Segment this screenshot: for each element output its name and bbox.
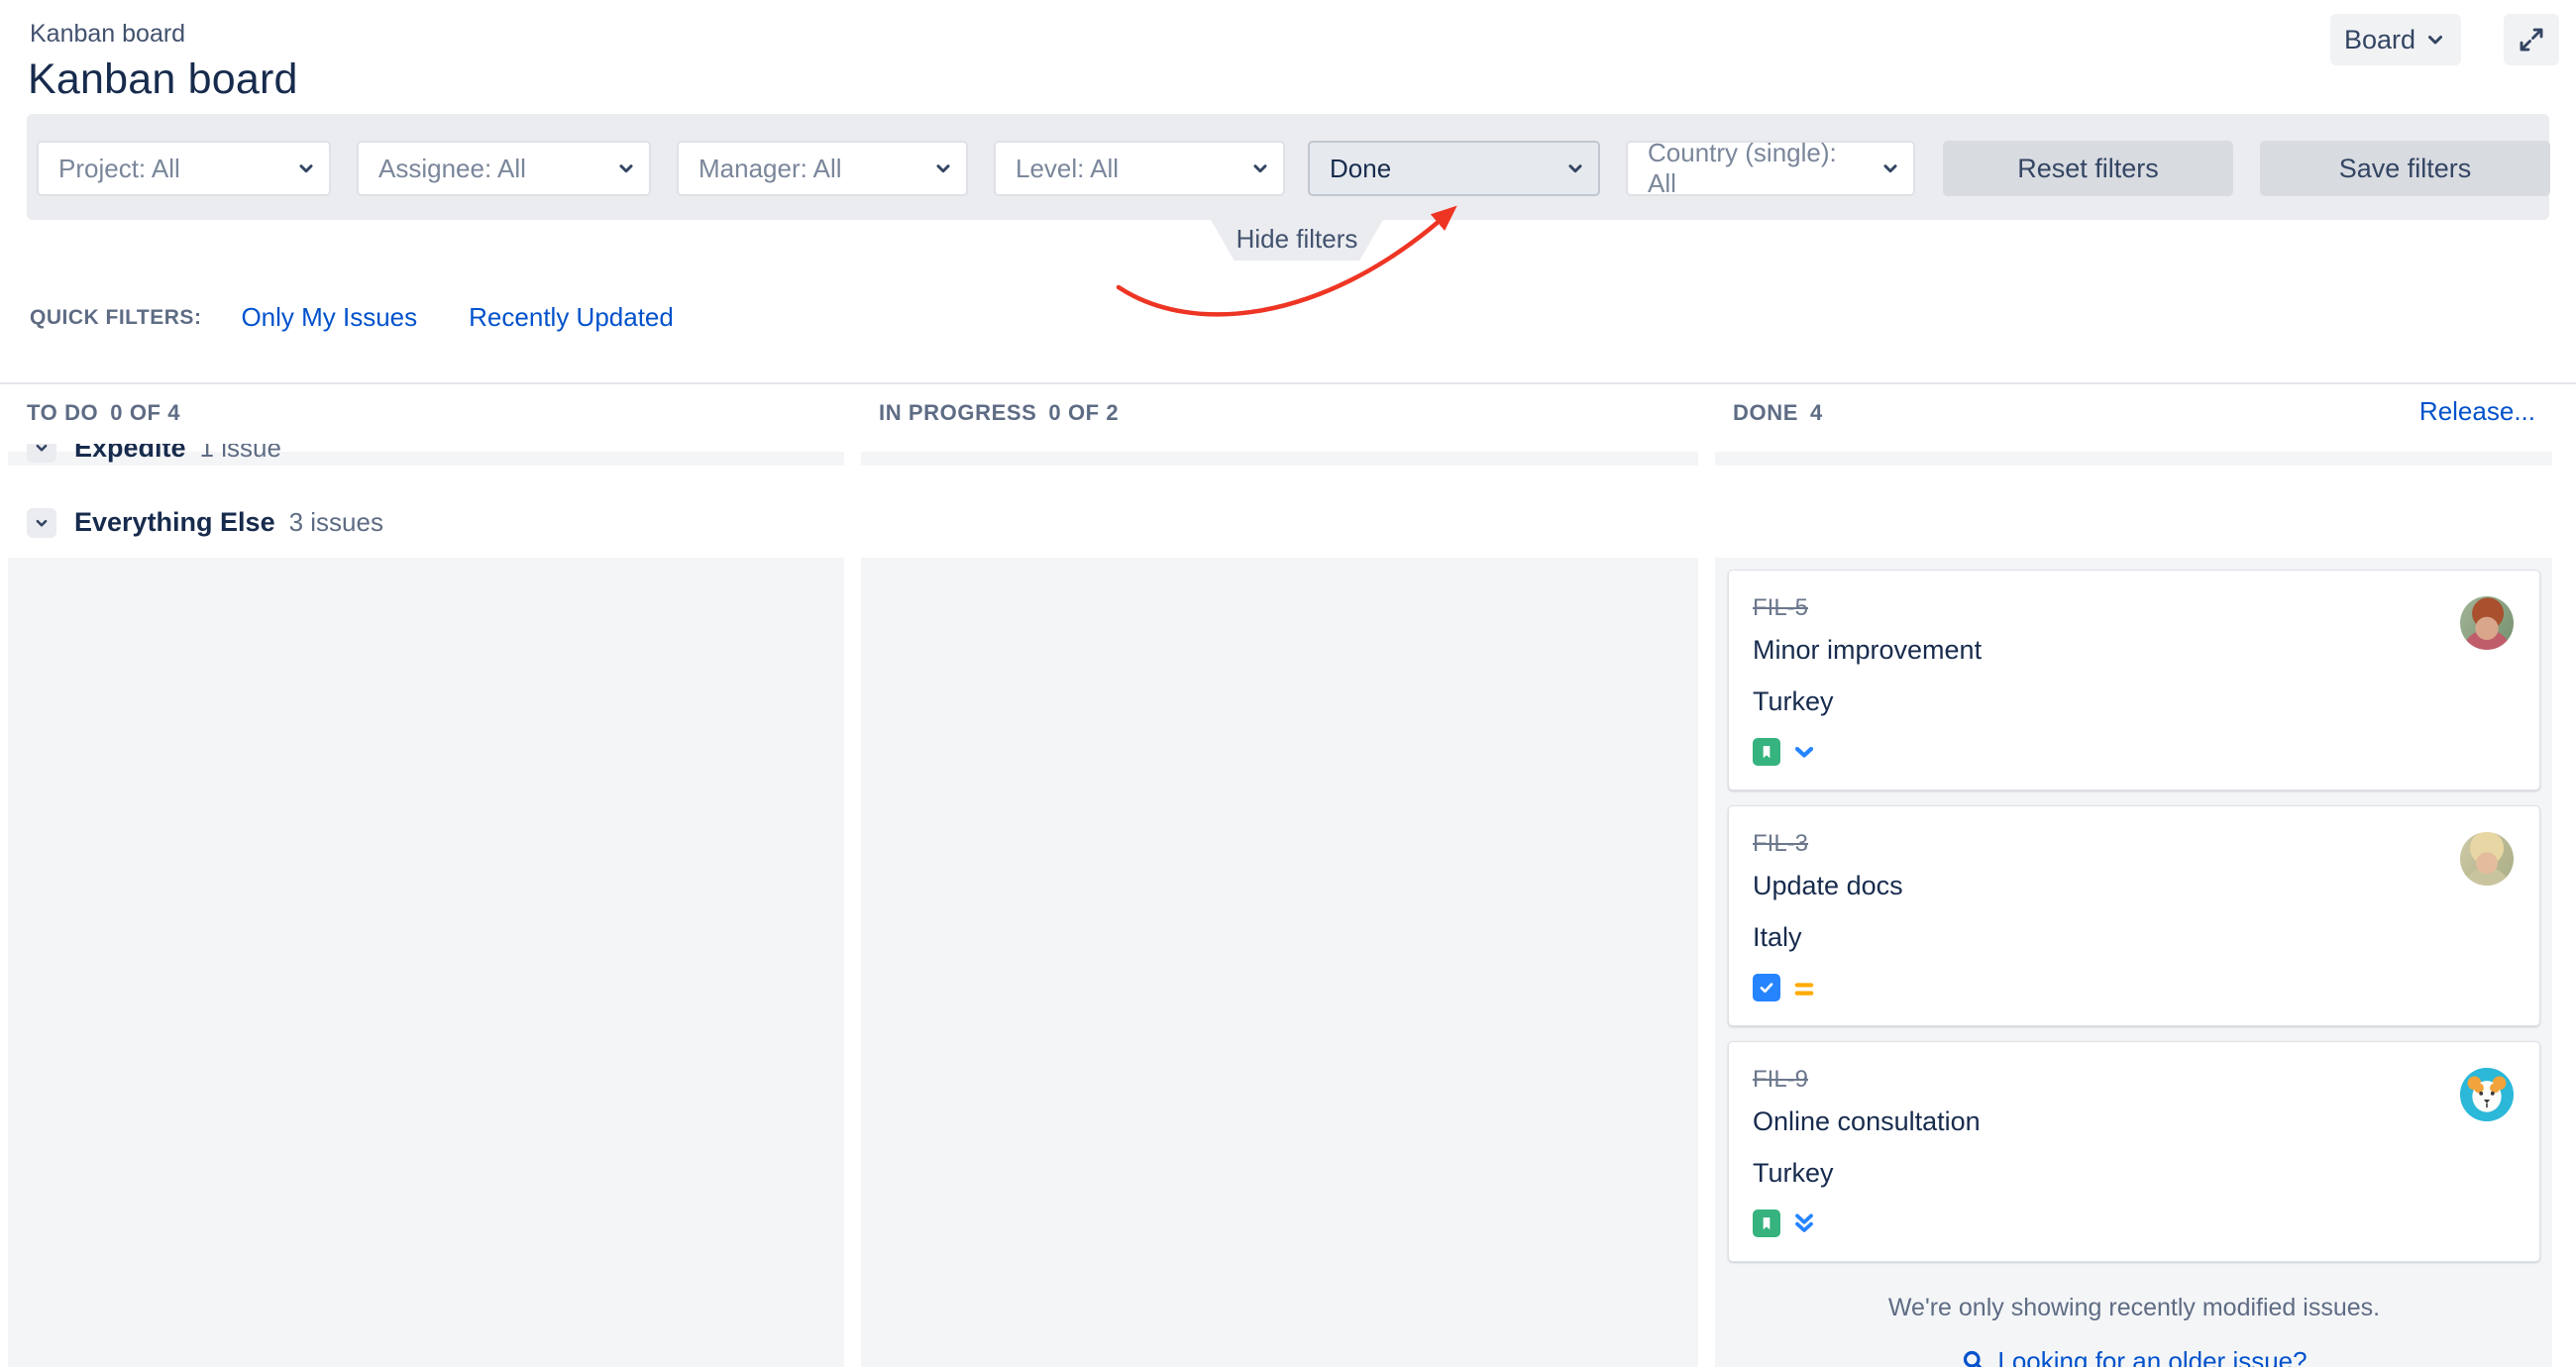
column-name: TO DO bbox=[27, 400, 98, 425]
issue-key: FIL-3 bbox=[1753, 832, 2516, 856]
issue-summary: Update docs bbox=[1753, 871, 2516, 900]
country-filter-value: Country (single): All bbox=[1648, 138, 1870, 199]
priority-lowest-icon bbox=[1790, 1209, 1818, 1237]
done-lane-footer: We're only showing recently modified iss… bbox=[1728, 1294, 2540, 1367]
avatar bbox=[2460, 1068, 2514, 1121]
status-filter-value: Done bbox=[1330, 154, 1391, 184]
swimlane-count: 1 issue bbox=[200, 444, 281, 464]
project-filter-select[interactable]: Project: All bbox=[37, 141, 331, 196]
lane-todo bbox=[8, 558, 844, 1367]
assignee-filter-value: Assignee: All bbox=[378, 154, 526, 184]
level-filter-select[interactable]: Level: All bbox=[994, 141, 1285, 196]
quick-filters-row: QUICK FILTERS: Only My Issues Recently U… bbox=[30, 302, 674, 333]
board-menu-label: Board bbox=[2344, 25, 2415, 55]
lane-done: FIL-5 Minor improvement Turkey FIL-3 Upd… bbox=[1715, 558, 2552, 1367]
swimlane-name: Expedite bbox=[74, 444, 186, 464]
column-name: DONE bbox=[1733, 400, 1798, 425]
status-filter-select[interactable]: Done bbox=[1308, 141, 1600, 196]
chevron-down-icon bbox=[1879, 158, 1901, 179]
country-filter-select[interactable]: Country (single): All bbox=[1626, 141, 1915, 196]
page-title: Kanban board bbox=[28, 55, 298, 104]
swimlane-collapse-button[interactable] bbox=[27, 508, 56, 538]
column-header-inprogress: IN PROGRESS 0 OF 2 bbox=[879, 400, 1119, 426]
dog-avatar-illustration bbox=[2460, 1068, 2514, 1121]
column-header-todo: TO DO 0 OF 4 bbox=[27, 400, 180, 426]
swimlane-everything-else: Everything Else 3 issues bbox=[27, 507, 383, 538]
column-count: 0 OF 4 bbox=[110, 400, 180, 425]
expedite-lane-strip bbox=[1715, 452, 2552, 466]
swimlane-collapse-button[interactable] bbox=[27, 444, 56, 463]
recent-issues-notice: We're only showing recently modified iss… bbox=[1728, 1294, 2540, 1322]
search-icon bbox=[1961, 1348, 1987, 1367]
swimlane-expedite-clipped: Expedite 1 issue bbox=[27, 444, 661, 470]
manager-filter-select[interactable]: Manager: All bbox=[677, 141, 968, 196]
kanban-board-page: Kanban board Kanban board Board Project:… bbox=[0, 0, 2576, 1367]
quick-filter-only-my-issues[interactable]: Only My Issues bbox=[241, 302, 417, 333]
quick-filter-recently-updated[interactable]: Recently Updated bbox=[469, 302, 674, 333]
issue-card[interactable]: FIL-3 Update docs Italy bbox=[1728, 805, 2540, 1026]
chevron-down-icon bbox=[295, 158, 317, 179]
issue-key: FIL-5 bbox=[1753, 596, 2516, 620]
issue-badges bbox=[1753, 738, 2516, 766]
column-count: 4 bbox=[1810, 400, 1823, 425]
reset-filters-button[interactable]: Reset filters bbox=[1943, 141, 2233, 196]
manager-filter-value: Manager: All bbox=[698, 154, 842, 184]
release-link[interactable]: Release... bbox=[2419, 396, 2535, 427]
issue-badges bbox=[1753, 1209, 2516, 1237]
level-filter-value: Level: All bbox=[1016, 154, 1119, 184]
issue-country: Italy bbox=[1753, 922, 2516, 952]
older-issue-link[interactable]: Looking for an older issue? bbox=[1728, 1346, 2540, 1367]
expedite-lane-strip bbox=[861, 452, 1698, 466]
story-icon bbox=[1753, 738, 1780, 766]
issue-key: FIL-9 bbox=[1753, 1068, 2516, 1092]
older-issue-link-label: Looking for an older issue? bbox=[1997, 1346, 2307, 1367]
swimlane-name: Everything Else bbox=[74, 507, 275, 538]
chevron-down-icon bbox=[1564, 158, 1586, 179]
issue-country: Turkey bbox=[1753, 686, 2516, 716]
avatar bbox=[2460, 832, 2514, 886]
issue-summary: Minor improvement bbox=[1753, 635, 2516, 665]
quick-filters-label: QUICK FILTERS: bbox=[30, 306, 201, 330]
hide-filters-tab[interactable]: Hide filters bbox=[1210, 218, 1384, 261]
breadcrumb[interactable]: Kanban board bbox=[30, 20, 185, 49]
assignee-filter-select[interactable]: Assignee: All bbox=[357, 141, 651, 196]
column-name: IN PROGRESS bbox=[879, 400, 1036, 425]
save-filters-button[interactable]: Save filters bbox=[2260, 141, 2550, 196]
board-top-divider bbox=[0, 382, 2576, 384]
chevron-down-icon bbox=[1249, 158, 1271, 179]
expand-icon bbox=[2517, 25, 2546, 54]
issue-summary: Online consultation bbox=[1753, 1106, 2516, 1136]
issue-card[interactable]: FIL-5 Minor improvement Turkey bbox=[1728, 570, 2540, 790]
story-icon bbox=[1753, 1209, 1780, 1237]
lane-in-progress bbox=[861, 558, 1698, 1367]
issue-country: Turkey bbox=[1753, 1158, 2516, 1188]
project-filter-value: Project: All bbox=[58, 154, 180, 184]
column-count: 0 OF 2 bbox=[1048, 400, 1119, 425]
priority-medium-icon bbox=[1790, 974, 1818, 1001]
issue-card[interactable]: FIL-9 Online consultation Turkey bbox=[1728, 1041, 2540, 1262]
issue-badges bbox=[1753, 974, 2516, 1001]
chevron-down-icon bbox=[2423, 28, 2447, 52]
priority-low-icon bbox=[1790, 738, 1818, 766]
column-header-done: DONE 4 bbox=[1733, 400, 1823, 426]
board-menu-button[interactable]: Board bbox=[2330, 14, 2461, 65]
fullscreen-button[interactable] bbox=[2504, 14, 2559, 65]
swimlane-count: 3 issues bbox=[289, 507, 383, 538]
avatar bbox=[2460, 596, 2514, 650]
task-icon bbox=[1753, 974, 1780, 1001]
chevron-down-icon bbox=[932, 158, 954, 179]
chevron-down-icon bbox=[615, 158, 637, 179]
